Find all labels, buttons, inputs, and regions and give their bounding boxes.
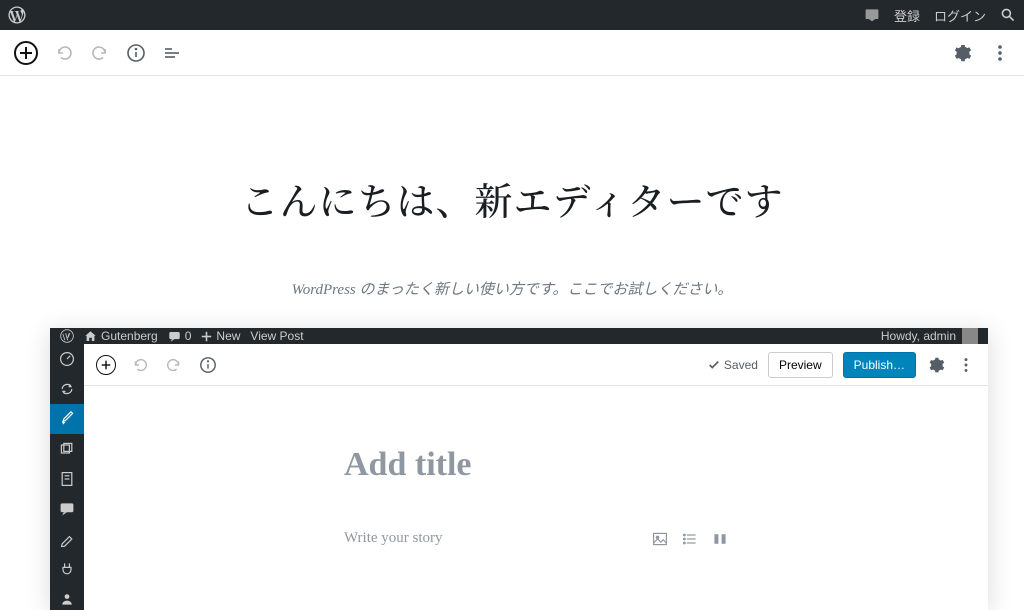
nested-view-post-link[interactable]: View Post	[250, 329, 303, 343]
nested-site-name: Gutenberg	[101, 329, 158, 343]
add-block-button[interactable]	[14, 41, 38, 65]
sidebar-dashboard-icon[interactable]	[50, 344, 84, 374]
nested-sidebar	[50, 344, 84, 610]
search-icon[interactable]	[1000, 7, 1016, 23]
settings-gear-icon[interactable]	[952, 43, 972, 63]
sidebar-media-icon[interactable]	[50, 434, 84, 464]
nested-add-block-button[interactable]	[96, 355, 116, 375]
register-link[interactable]: 登録	[894, 6, 920, 25]
hero-section: こんにちは、新エディターです WordPress のまったく新しい使い方です。こ…	[0, 76, 1024, 299]
avatar-icon[interactable]	[962, 328, 978, 344]
editor-toolbar	[0, 30, 1024, 76]
insert-columns-icon[interactable]	[712, 531, 728, 547]
insert-image-icon[interactable]	[652, 531, 668, 547]
more-menu-icon[interactable]	[990, 43, 1010, 63]
nested-info-icon[interactable]	[198, 355, 218, 375]
sidebar-plugins-icon[interactable]	[50, 554, 84, 584]
insert-list-icon[interactable]	[682, 531, 698, 547]
sidebar-appearance-icon[interactable]	[50, 524, 84, 554]
wordpress-logo-icon[interactable]	[60, 329, 74, 343]
notification-icon[interactable]	[864, 7, 880, 23]
story-placeholder[interactable]: Write your story	[344, 530, 443, 547]
saved-status: Saved	[708, 358, 758, 372]
nested-editor-toolbar: Saved Preview Publish…	[84, 344, 988, 386]
hero-subtitle: WordPress のまったく新しい使い方です。ここでお試しください。	[0, 278, 1024, 299]
nested-more-menu-icon[interactable]	[956, 355, 976, 375]
content-structure-icon[interactable]	[162, 43, 182, 63]
info-icon[interactable]	[126, 43, 146, 63]
sidebar-posts-icon[interactable]	[50, 404, 84, 434]
nested-new-link[interactable]: New	[201, 329, 240, 343]
nested-editor-canvas[interactable]: Add title Write your story	[84, 386, 988, 547]
nested-undo-icon[interactable]	[130, 355, 150, 375]
login-link[interactable]: ログイン	[934, 6, 986, 25]
nested-howdy[interactable]: Howdy, admin	[881, 329, 956, 343]
sidebar-pages-icon[interactable]	[50, 464, 84, 494]
wordpress-logo-icon[interactable]	[8, 6, 26, 24]
nested-settings-gear-icon[interactable]	[926, 355, 946, 375]
nested-admin-bar: Gutenberg 0 New View Post Howdy, admin	[50, 328, 988, 344]
nested-redo-icon[interactable]	[164, 355, 184, 375]
title-placeholder[interactable]: Add title	[344, 446, 728, 484]
nested-editor-preview: Gutenberg 0 New View Post Howdy, admin	[50, 328, 988, 610]
sidebar-users-icon[interactable]	[50, 584, 84, 610]
undo-icon[interactable]	[54, 43, 74, 63]
wp-admin-bar: 登録 ログイン	[0, 0, 1024, 30]
sidebar-updates-icon[interactable]	[50, 374, 84, 404]
nested-comments-count: 0	[185, 329, 192, 343]
hero-title: こんにちは、新エディターです	[0, 171, 1024, 226]
saved-label: Saved	[724, 358, 758, 372]
nested-site-link[interactable]: Gutenberg	[84, 329, 158, 343]
preview-button[interactable]: Preview	[768, 352, 833, 378]
sidebar-comments-icon[interactable]	[50, 494, 84, 524]
redo-icon[interactable]	[90, 43, 110, 63]
publish-button[interactable]: Publish…	[843, 352, 916, 378]
nested-new-label: New	[216, 329, 240, 343]
nested-comments-link[interactable]: 0	[168, 329, 192, 343]
